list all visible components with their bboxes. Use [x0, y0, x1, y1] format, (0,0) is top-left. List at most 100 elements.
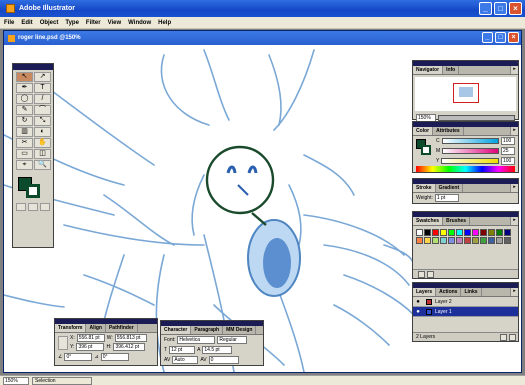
color-swatch[interactable] [496, 229, 503, 236]
cyan-value[interactable]: 100 [501, 137, 515, 145]
color-swatch[interactable] [488, 237, 495, 244]
w-field[interactable]: 556.813 pt [114, 334, 147, 342]
color-swatch[interactable] [440, 229, 447, 236]
tab-navigator[interactable]: Navigator [413, 66, 444, 74]
color-swatch[interactable] [480, 229, 487, 236]
screen-mode-button[interactable] [28, 203, 38, 211]
direct-select-tool-icon[interactable]: ↗ [34, 72, 51, 82]
layer-row[interactable]: ● Layer 2 [413, 297, 518, 307]
font-family-field[interactable]: Helvetica [177, 336, 216, 344]
yellow-value[interactable]: 100 [501, 157, 515, 165]
color-swatch[interactable] [504, 237, 511, 244]
color-swatch[interactable] [448, 237, 455, 244]
color-swatch[interactable] [464, 229, 471, 236]
hand-tool-icon[interactable]: ✋ [34, 138, 51, 148]
magenta-value[interactable]: 25 [501, 147, 515, 155]
new-layer-button[interactable] [500, 333, 507, 341]
tab-transform[interactable]: Transform [55, 324, 87, 332]
tab-layers[interactable]: Layers [413, 288, 437, 296]
tab-stroke[interactable]: Stroke [413, 184, 436, 192]
tab-pathfinder[interactable]: Pathfinder [106, 324, 138, 332]
color-swatch[interactable] [480, 237, 487, 244]
rotate-field[interactable]: 0° [64, 353, 93, 361]
tab-attributes[interactable]: Attributes [433, 127, 464, 135]
menu-type[interactable]: Type [65, 20, 79, 26]
gradient-tool-icon[interactable]: ◐ [34, 127, 51, 137]
eye-icon[interactable]: ● [413, 299, 423, 305]
pen-tool-icon[interactable]: ✒ [16, 83, 33, 93]
color-swatch[interactable] [456, 229, 463, 236]
zoom-level-field[interactable]: 150% [3, 376, 29, 385]
status-mode-field[interactable]: Selection [32, 376, 92, 385]
menu-help[interactable]: Help [158, 20, 171, 26]
doc-maximize-button[interactable]: □ [495, 32, 506, 43]
arc-tool-icon[interactable]: ⌒ [34, 105, 51, 115]
rectangle-tool-icon[interactable]: ▭ [16, 149, 33, 159]
doc-minimize-button[interactable]: _ [482, 32, 493, 43]
color-swatch[interactable] [416, 237, 423, 244]
tab-links[interactable]: Links [461, 288, 482, 296]
kerning-field[interactable]: Auto [172, 356, 199, 364]
color-swatch[interactable] [424, 229, 431, 236]
menu-file[interactable]: File [4, 20, 14, 26]
shear-field[interactable]: 0° [100, 353, 129, 361]
color-swatch[interactable] [496, 237, 503, 244]
stroke-weight-field[interactable]: 1 pt [434, 194, 459, 202]
color-swatch[interactable] [424, 237, 431, 244]
tab-align[interactable]: Align [86, 324, 106, 332]
pencil-tool-icon[interactable]: ✎ [16, 105, 33, 115]
x-field[interactable]: 556.81 pt [76, 334, 105, 342]
tab-swatches[interactable]: Swatches [413, 217, 444, 225]
palette-menu-icon[interactable]: ▸ [510, 127, 518, 135]
tab-mm-design[interactable]: MM Design [223, 326, 257, 334]
tab-brushes[interactable]: Brushes [443, 217, 471, 225]
color-stroke-swatch[interactable] [421, 145, 431, 155]
leading-field[interactable]: 14.5 pt [202, 346, 233, 354]
color-swatch[interactable] [448, 229, 455, 236]
color-swatch[interactable] [472, 229, 479, 236]
scale-tool-icon[interactable]: ⤡ [34, 116, 51, 126]
new-swatch-button[interactable] [418, 270, 425, 278]
color-swatch[interactable] [472, 237, 479, 244]
tab-character[interactable]: Character [161, 326, 192, 334]
color-swatch[interactable] [488, 229, 495, 236]
palette-menu-icon[interactable]: ▸ [510, 66, 518, 74]
palette-menu-icon[interactable]: ▸ [510, 288, 518, 296]
navigator-preview[interactable] [415, 77, 516, 111]
menu-view[interactable]: View [108, 20, 122, 26]
font-style-field[interactable]: Regular [217, 336, 248, 344]
ellipse-tool-icon[interactable]: ◯ [16, 94, 33, 104]
h-field[interactable]: 396.412 pt [113, 343, 146, 351]
menu-object[interactable]: Object [40, 20, 59, 26]
tab-paragraph[interactable]: Paragraph [191, 326, 224, 334]
selection-tool-icon[interactable]: ↖ [16, 72, 33, 82]
color-swatch[interactable] [416, 229, 423, 236]
layer-row[interactable]: ● Layer 1 [413, 307, 518, 317]
magenta-slider[interactable] [442, 148, 499, 154]
close-button[interactable]: × [509, 2, 522, 15]
cyan-slider[interactable] [441, 138, 499, 144]
yellow-slider[interactable] [441, 158, 499, 164]
y-field[interactable]: 396 pt [76, 343, 105, 351]
color-swatch[interactable] [432, 237, 439, 244]
color-swatch[interactable] [432, 229, 439, 236]
color-swatch[interactable] [464, 237, 471, 244]
line-tool-icon[interactable]: / [34, 94, 51, 104]
stroke-swatch[interactable] [26, 184, 40, 198]
tab-color[interactable]: Color [413, 127, 434, 135]
menu-window[interactable]: Window [128, 20, 151, 26]
palette-menu-icon[interactable]: ▸ [510, 217, 518, 225]
menu-edit[interactable]: Edit [21, 20, 32, 26]
font-size-field[interactable]: 12 pt [169, 346, 196, 354]
palette-menu-icon[interactable]: ▸ [510, 184, 518, 192]
maximize-button[interactable]: □ [494, 2, 507, 15]
zoom-tool-icon[interactable]: 🔍 [34, 160, 51, 170]
menu-filter[interactable]: Filter [86, 20, 101, 26]
fullscreen-mode-button[interactable] [40, 203, 50, 211]
color-swatch[interactable] [440, 237, 447, 244]
scissors-tool-icon[interactable]: ✂ [16, 138, 33, 148]
doc-close-button[interactable]: × [508, 32, 519, 43]
reference-point-icon[interactable] [58, 335, 68, 350]
delete-layer-button[interactable] [509, 333, 516, 341]
eye-icon[interactable]: ● [413, 309, 423, 315]
